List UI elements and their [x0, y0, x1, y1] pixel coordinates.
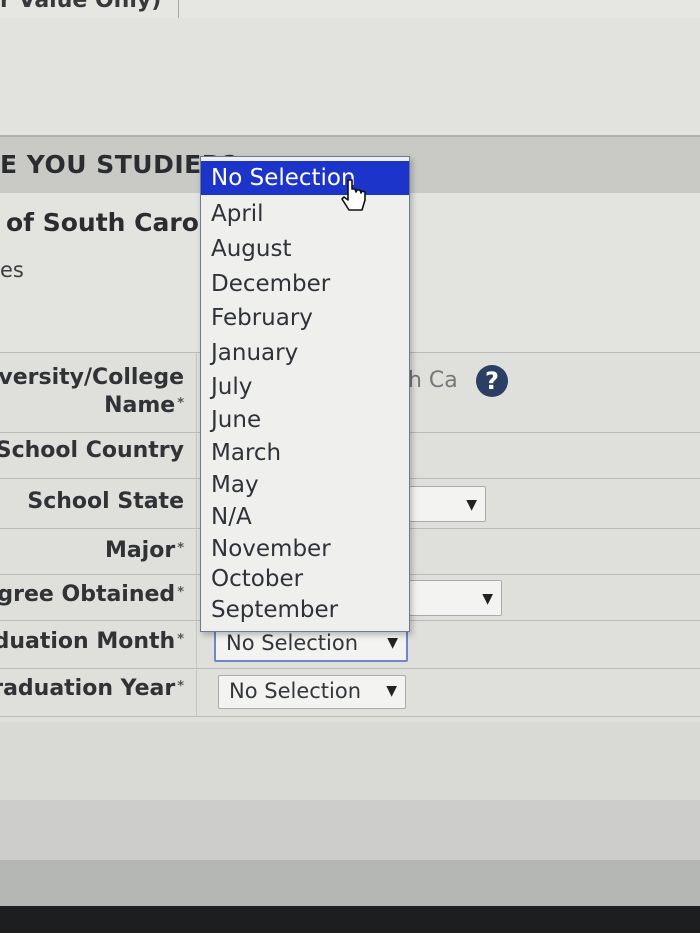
dropdown-option[interactable]: February — [201, 301, 409, 335]
chevron-down-icon: ▼ — [466, 497, 477, 513]
label-major-text: Major — [104, 538, 176, 563]
dropdown-option[interactable]: May — [201, 468, 409, 502]
chevron-down-icon: ▼ — [387, 635, 398, 651]
dropdown-option[interactable]: November — [201, 532, 409, 566]
dropdown-option[interactable]: March — [201, 436, 409, 470]
label-grad-month-text: aduation Month — [0, 629, 176, 654]
label-university-line1: versity/College — [0, 365, 184, 390]
label-university-line2: Name — [104, 393, 176, 418]
label-grad-year-text: Graduation Year — [0, 676, 176, 701]
school-state-select[interactable]: ▼ — [404, 486, 486, 522]
chevron-down-icon: ▼ — [386, 683, 397, 699]
label-school-state: School State — [27, 489, 184, 514]
label-major: Major * — [105, 537, 184, 565]
dropdown-option[interactable]: December — [201, 267, 409, 301]
graduation-year-select[interactable]: No Selection ▼ — [218, 675, 406, 709]
label-university-name: versity/College Name * — [0, 364, 184, 420]
chevron-down-icon: ▼ — [482, 591, 493, 607]
label-graduation-year: Graduation Year* — [0, 675, 184, 703]
dropdown-option[interactable]: June — [201, 403, 409, 437]
label-graduation-month: aduation Month* — [0, 628, 184, 656]
top-tab-divider — [178, 0, 179, 18]
top-partial-label: r Value Only) — [0, 0, 162, 13]
required-marker: * — [177, 541, 184, 556]
required-marker: * — [177, 585, 184, 600]
dropdown-option[interactable]: August — [201, 232, 409, 266]
label-degree-text: egree Obtained — [0, 582, 176, 607]
graduation-year-value: No Selection — [229, 679, 362, 703]
label-degree-obtained: egree Obtained * — [0, 581, 184, 609]
university-name-value[interactable]: h Ca — [408, 368, 458, 393]
footer-band — [0, 800, 700, 860]
page-body — [0, 18, 700, 138]
dropdown-option[interactable]: January — [201, 336, 409, 370]
dropdown-option-no-selection[interactable]: No Selection — [201, 161, 409, 195]
degree-obtained-select[interactable]: ▼ — [404, 580, 502, 616]
required-marker: * — [177, 679, 184, 694]
dropdown-option[interactable]: July — [201, 370, 409, 404]
graduation-month-value: No Selection — [226, 631, 359, 655]
row-divider — [0, 716, 700, 717]
dropdown-option[interactable]: September — [201, 593, 409, 627]
label-school-country: School Country — [0, 438, 184, 463]
month-dropdown-list: No Selection April August December Febru… — [200, 156, 410, 632]
dropdown-option[interactable]: N/A — [201, 500, 409, 534]
help-icon[interactable]: ? — [476, 365, 508, 397]
hand-cursor-icon — [341, 179, 366, 211]
column-divider — [196, 352, 197, 716]
dropdown-option[interactable]: April — [201, 197, 409, 231]
dropdown-option[interactable]: October — [201, 562, 409, 596]
row-divider — [0, 668, 700, 669]
required-marker: * — [177, 632, 184, 647]
school-sublabel: es — [0, 258, 24, 282]
school-name: of South Caro — [6, 208, 199, 237]
monitor-bezel — [0, 906, 700, 933]
footer-band-dark — [0, 860, 700, 910]
required-marker: * — [177, 396, 184, 411]
